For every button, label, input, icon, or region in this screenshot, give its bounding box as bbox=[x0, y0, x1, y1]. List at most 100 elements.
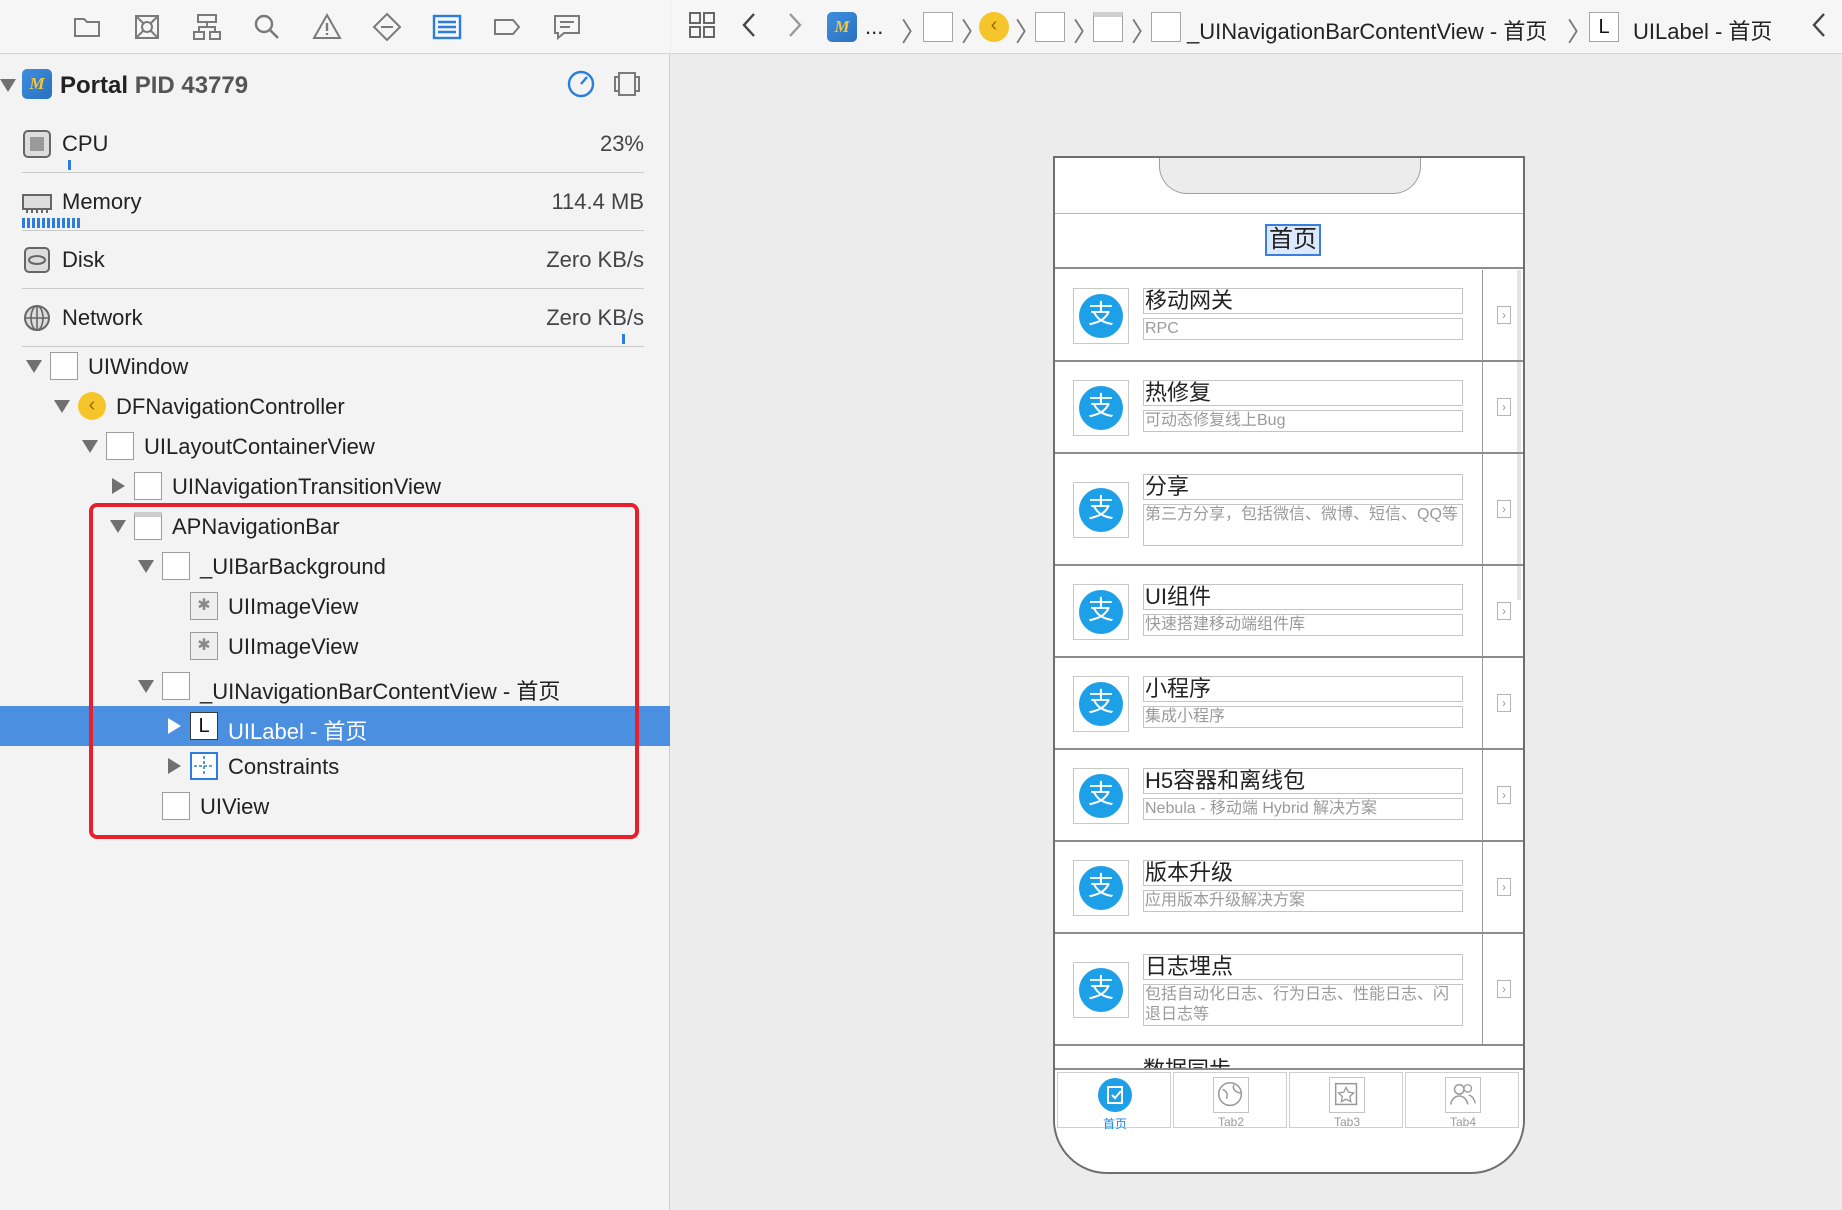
test-diamond-icon[interactable] bbox=[370, 10, 404, 44]
symbol-hierarchy-icon[interactable] bbox=[190, 10, 224, 44]
network-gauge-row[interactable]: Network Zero KB/s bbox=[22, 289, 644, 347]
table-row[interactable]: 支 UI组件 快速搭建移动端组件库 › bbox=[1055, 566, 1523, 658]
disk-value: Zero KB/s bbox=[546, 247, 644, 272]
alipay-icon: 支 bbox=[1079, 386, 1123, 430]
view-icon[interactable] bbox=[923, 12, 953, 42]
cell-subtitle: 应用版本升级解决方案 bbox=[1143, 890, 1463, 912]
phone-nav-title[interactable]: 首页 bbox=[1265, 224, 1321, 256]
back-arrow-icon[interactable] bbox=[735, 10, 765, 40]
cell-title: UI组件 bbox=[1143, 584, 1463, 610]
cpu-gauge-row[interactable]: CPU 23% bbox=[22, 115, 644, 173]
alipay-icon: 支 bbox=[1079, 866, 1123, 910]
tree-row-uilayoutcontainerview[interactable]: UILayoutContainerView bbox=[0, 426, 670, 466]
table-row-partial[interactable]: 数据同步 bbox=[1055, 1046, 1523, 1068]
gauge-speedometer-icon[interactable] bbox=[566, 69, 596, 99]
cell-icon-box: 支 bbox=[1073, 380, 1129, 436]
process-name-text: Portal bbox=[60, 72, 129, 99]
cell-subtitle: 集成小程序 bbox=[1143, 706, 1463, 728]
cpu-usage-bar bbox=[68, 160, 71, 170]
process-row[interactable]: M Portal PID 43779 bbox=[0, 64, 670, 106]
navigation-bar-icon[interactable] bbox=[1093, 12, 1123, 42]
report-icon[interactable] bbox=[550, 10, 584, 44]
disclosure-triangle-icon[interactable] bbox=[82, 440, 98, 453]
back-arrow-icon[interactable] bbox=[1805, 10, 1835, 40]
network-value: Zero KB/s bbox=[546, 305, 644, 330]
view-controller-icon: ‹ bbox=[78, 392, 106, 420]
view-controller-icon[interactable]: ‹ bbox=[979, 12, 1009, 42]
table-row[interactable]: 支 热修复 可动态修复线上Bug › bbox=[1055, 362, 1523, 454]
jump-bar-selected-label[interactable]: UILabel - 首页 bbox=[1633, 14, 1772, 46]
table-row[interactable]: 支 分享 第三方分享，包括微信、微博、短信、QQ等 › bbox=[1055, 454, 1523, 566]
phone-tab-bar[interactable]: 首页 Tab2 Tab3 Tab4 bbox=[1055, 1068, 1523, 1131]
phone-navigation-bar[interactable]: 首页 bbox=[1055, 214, 1523, 269]
tree-label: UILayoutContainerView bbox=[144, 434, 375, 459]
debug-navigator-icon[interactable] bbox=[430, 10, 464, 44]
jump-bar-ellipsis[interactable]: ... bbox=[865, 14, 883, 40]
memory-usage-bar bbox=[22, 218, 80, 228]
jump-bar-content-view[interactable]: _UINavigationBarContentView - 首页 bbox=[1187, 14, 1547, 46]
label-icon[interactable]: L bbox=[1589, 12, 1619, 42]
star-badge-icon bbox=[1329, 1077, 1365, 1113]
related-items-grid-icon[interactable] bbox=[687, 10, 717, 40]
warning-icon[interactable] bbox=[310, 10, 344, 44]
tree-row-uiwindow[interactable]: UIWindow bbox=[0, 346, 670, 386]
xcode-window: M Portal PID 43779 CPU 23% Memory 114.4 … bbox=[0, 0, 1842, 1210]
tab-tab3[interactable]: Tab3 bbox=[1289, 1072, 1403, 1129]
cpu-icon bbox=[22, 129, 52, 159]
tab-label: 首页 bbox=[1102, 1117, 1127, 1131]
network-usage-bar bbox=[622, 334, 625, 344]
cell-title: 版本升级 bbox=[1143, 860, 1463, 886]
search-icon[interactable] bbox=[250, 10, 284, 44]
tree-row-uinavigationtransitionview[interactable]: UINavigationTransitionView bbox=[0, 466, 670, 506]
phone-wireframe[interactable]: 首页 支 移动网关 RPC › 支 热修复 可动态修复线上Bug › 支 分享 … bbox=[1053, 156, 1525, 1174]
network-globe-icon bbox=[22, 303, 52, 333]
tree-label: DFNavigationController bbox=[116, 394, 345, 419]
disclosure-triangle-icon[interactable] bbox=[26, 360, 42, 373]
alipay-icon: 支 bbox=[1079, 590, 1123, 634]
cell-subtitle: 包括自动化日志、行为日志、性能日志、闪退日志等 bbox=[1143, 984, 1463, 1026]
tab-tab4[interactable]: Tab4 bbox=[1405, 1072, 1519, 1129]
view-hierarchy-icon[interactable] bbox=[612, 69, 642, 99]
disclosure-triangle-icon[interactable] bbox=[0, 79, 16, 92]
chevron-right-icon: › bbox=[1497, 980, 1511, 998]
table-row[interactable]: 支 H5容器和离线包 Nebula - 移动端 Hybrid 解决方案 › bbox=[1055, 750, 1523, 842]
disclosure-triangle-icon[interactable] bbox=[54, 400, 70, 413]
tree-label: UINavigationTransitionView bbox=[172, 474, 442, 499]
memory-icon bbox=[22, 187, 52, 217]
network-label: Network bbox=[62, 305, 143, 330]
source-control-icon[interactable] bbox=[130, 10, 164, 44]
app-icon[interactable]: M bbox=[827, 12, 857, 42]
debug-navigator: M Portal PID 43779 CPU 23% Memory 114.4 … bbox=[0, 0, 670, 1210]
cell-icon-box: 支 bbox=[1073, 584, 1129, 640]
breakpoint-icon[interactable] bbox=[490, 10, 524, 44]
chevron-right-icon: › bbox=[1497, 398, 1511, 416]
tree-row-dfnavigationcontroller[interactable]: ‹ DFNavigationController bbox=[0, 386, 670, 426]
disclosure-triangle-icon[interactable] bbox=[112, 478, 125, 494]
view-icon[interactable] bbox=[1151, 12, 1181, 42]
red-highlight-annotation bbox=[89, 503, 639, 839]
tab-tab2[interactable]: Tab2 bbox=[1173, 1072, 1287, 1129]
globe-icon bbox=[1213, 1077, 1249, 1113]
navigator-selector-bar bbox=[0, 0, 670, 54]
tab-label: Tab3 bbox=[1333, 1115, 1361, 1129]
disk-gauge-row[interactable]: Disk Zero KB/s bbox=[22, 231, 644, 289]
memory-gauge-row[interactable]: Memory 114.4 MB bbox=[22, 173, 644, 231]
table-row[interactable]: 支 移动网关 RPC › bbox=[1055, 270, 1523, 362]
cell-title: 分享 bbox=[1143, 474, 1463, 500]
table-row[interactable]: 支 小程序 集成小程序 › bbox=[1055, 658, 1523, 750]
tab-home[interactable]: 首页 bbox=[1057, 1072, 1171, 1131]
cell-subtitle: RPC bbox=[1143, 318, 1463, 340]
cell-title: 数据同步 bbox=[1143, 1052, 1231, 1068]
view-icon[interactable] bbox=[1035, 12, 1065, 42]
cell-subtitle: 可动态修复线上Bug bbox=[1143, 410, 1463, 432]
table-row[interactable]: 支 日志埋点 包括自动化日志、行为日志、性能日志、闪退日志等 › bbox=[1055, 934, 1523, 1046]
device-notch bbox=[1159, 158, 1421, 194]
forward-arrow-icon[interactable] bbox=[779, 10, 809, 40]
folder-icon[interactable] bbox=[70, 10, 104, 44]
table-row[interactable]: 支 版本升级 应用版本升级解决方案 › bbox=[1055, 842, 1523, 934]
tab-label: Tab4 bbox=[1449, 1115, 1477, 1129]
cell-icon-box: 支 bbox=[1073, 962, 1129, 1018]
disk-icon bbox=[22, 245, 52, 275]
view-debugger-canvas: M ... 〉 〉 ‹ 〉 〉 〉 _UINavigationBarConten… bbox=[671, 0, 1842, 1210]
cell-icon-box: 支 bbox=[1073, 860, 1129, 916]
